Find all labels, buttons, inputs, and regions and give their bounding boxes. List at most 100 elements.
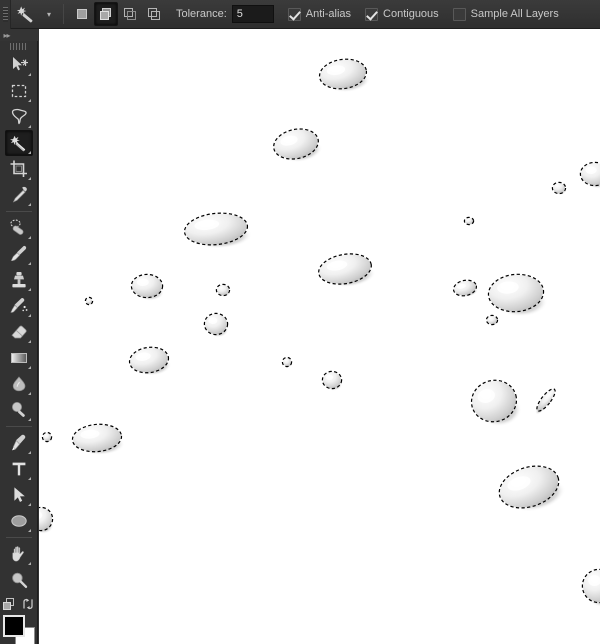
- paintbrush-icon: [10, 245, 26, 261]
- droplet-body: [487, 316, 497, 324]
- droplet-body: [283, 358, 291, 366]
- eyedropper-icon: [12, 186, 27, 203]
- sample-all-layers-checkbox[interactable]: Sample All Layers: [452, 7, 559, 21]
- quick-mask-icon: [3, 597, 14, 610]
- tools-divider-3: [5, 536, 32, 538]
- sidebar-item-eraser-tool[interactable]: [5, 319, 33, 345]
- add-to-selection-button[interactable]: [94, 2, 118, 26]
- lasso-icon: [11, 108, 27, 124]
- sidebar-item-pen-tool[interactable]: [5, 430, 33, 456]
- sidebar-item-path-selection-tool[interactable]: [5, 482, 33, 508]
- anti-alias-label: Anti-alias: [305, 8, 352, 20]
- path-arrow-icon: [13, 487, 25, 502]
- healing-brush-icon: [9, 219, 23, 235]
- eraser-icon: [11, 325, 27, 339]
- droplet-body: [553, 183, 565, 193]
- tolerance-label: Tolerance:: [176, 8, 227, 20]
- droplet-highlight: [325, 374, 334, 380]
- sidebar-item-clone-stamp-tool[interactable]: [5, 267, 33, 293]
- sidebar-item-brush-tool[interactable]: [5, 241, 33, 267]
- subtract-from-selection-button[interactable]: [118, 2, 142, 26]
- new-selection-button[interactable]: [70, 2, 94, 26]
- sidebar-item-hand-tool[interactable]: [5, 541, 33, 567]
- tools-panel-grip[interactable]: [0, 41, 38, 52]
- dodge-icon: [11, 401, 25, 417]
- sidebar-item-crop-tool[interactable]: [5, 156, 33, 182]
- options-bar: ▾ Tolerance: 5 Anti-alias Contiguous Sam…: [0, 0, 600, 29]
- contiguous-checkmark-icon: [365, 7, 379, 21]
- crop-icon: [10, 160, 27, 177]
- droplet-body: [217, 285, 229, 295]
- marquee-rect-icon: [11, 84, 26, 97]
- droplet-body: [86, 298, 92, 304]
- color-swatches[interactable]: [1, 614, 37, 644]
- grip-dots-icon: [9, 43, 28, 50]
- sidebar-item-type-tool[interactable]: [5, 456, 33, 482]
- sidebar-item-ellipse-shape-tool[interactable]: [5, 508, 33, 534]
- image-canvas[interactable]: [39, 29, 600, 644]
- tools-divider-2: [5, 425, 32, 427]
- history-brush-icon: [9, 297, 27, 313]
- swap-colors-button[interactable]: [21, 597, 35, 611]
- active-tool-preview[interactable]: [11, 0, 41, 29]
- foreground-color-swatch[interactable]: [2, 615, 25, 638]
- hand-icon: [11, 545, 24, 562]
- droplet-dot-left[interactable]: [84, 296, 94, 306]
- blur-droplet-icon: [12, 376, 25, 391]
- grip-dots-icon: [2, 6, 8, 22]
- options-divider-1: [63, 4, 64, 24]
- sidebar-item-magic-wand-tool[interactable]: [4, 129, 33, 156]
- droplet-highlight: [208, 317, 218, 324]
- sidebar-item-blur-tool[interactable]: [5, 371, 33, 397]
- tools-panel: ▸▸: [0, 29, 38, 644]
- sidebar-item-dodge-tool[interactable]: [5, 397, 33, 423]
- move-arrow-icon: [12, 56, 28, 71]
- droplet-body: [205, 314, 227, 334]
- quick-mask-button[interactable]: [2, 597, 16, 611]
- sidebar-item-healing-brush-tool[interactable]: [5, 215, 33, 241]
- collapse-panel-button[interactable]: ▸▸: [0, 29, 38, 42]
- two-squares-intersect-icon: [148, 8, 160, 20]
- single-square-icon: [77, 9, 87, 19]
- anti-alias-checkmark-icon: [287, 7, 301, 21]
- zoom-magnifier-icon: [11, 572, 27, 588]
- tolerance-input[interactable]: [231, 5, 274, 23]
- sidebar-item-zoom-tool[interactable]: [5, 567, 33, 593]
- droplet-body: [323, 372, 341, 388]
- photoshop-window: ▾ Tolerance: 5 Anti-alias Contiguous Sam…: [0, 0, 600, 644]
- sidebar-item-rectangular-marquee-tool[interactable]: [5, 78, 33, 104]
- sidebar-item-history-brush-tool[interactable]: [5, 293, 33, 319]
- extra-buttons-row: [0, 595, 38, 613]
- droplet-body: [132, 275, 162, 297]
- sidebar-item-gradient-tool[interactable]: [5, 345, 33, 371]
- contiguous-label: Contiguous: [383, 8, 439, 20]
- droplet-body: [43, 433, 51, 441]
- swap-colors-arrow-icon: [23, 598, 33, 609]
- sidebar-item-lasso-tool[interactable]: [5, 104, 33, 130]
- sidebar-item-move-tool[interactable]: [5, 52, 33, 78]
- selection-mode-group: [70, 2, 166, 26]
- anti-alias-checkbox[interactable]: Anti-alias: [287, 7, 352, 21]
- contiguous-checkbox[interactable]: Contiguous: [365, 7, 439, 21]
- clone-stamp-icon: [11, 271, 26, 288]
- intersect-with-selection-button[interactable]: [142, 2, 166, 26]
- droplet-image: [39, 29, 600, 644]
- tool-preset-dropdown[interactable]: ▾: [41, 0, 57, 29]
- tools-divider-1: [5, 210, 32, 212]
- droplet-body: [465, 218, 473, 224]
- two-squares-subtract-icon: [124, 8, 136, 20]
- droplet-highlight: [585, 166, 597, 174]
- magic-wand-icon: [9, 135, 25, 151]
- magic-wand-icon: [16, 6, 33, 23]
- sample-all-layers-checkbox-box-icon: [452, 7, 466, 21]
- pen-nib-icon: [11, 434, 25, 451]
- two-squares-union-icon: [100, 8, 111, 20]
- type-t-icon: [12, 462, 25, 476]
- droplet-highlight: [136, 278, 149, 286]
- double-chevron-right-icon: ▸▸: [3, 30, 11, 40]
- sample-all-layers-label: Sample All Layers: [470, 8, 559, 20]
- gradient-icon: [10, 352, 27, 363]
- sidebar-item-eyedropper-tool[interactable]: [5, 182, 33, 208]
- options-bar-grip[interactable]: [0, 0, 11, 29]
- canvas-background: [39, 29, 600, 644]
